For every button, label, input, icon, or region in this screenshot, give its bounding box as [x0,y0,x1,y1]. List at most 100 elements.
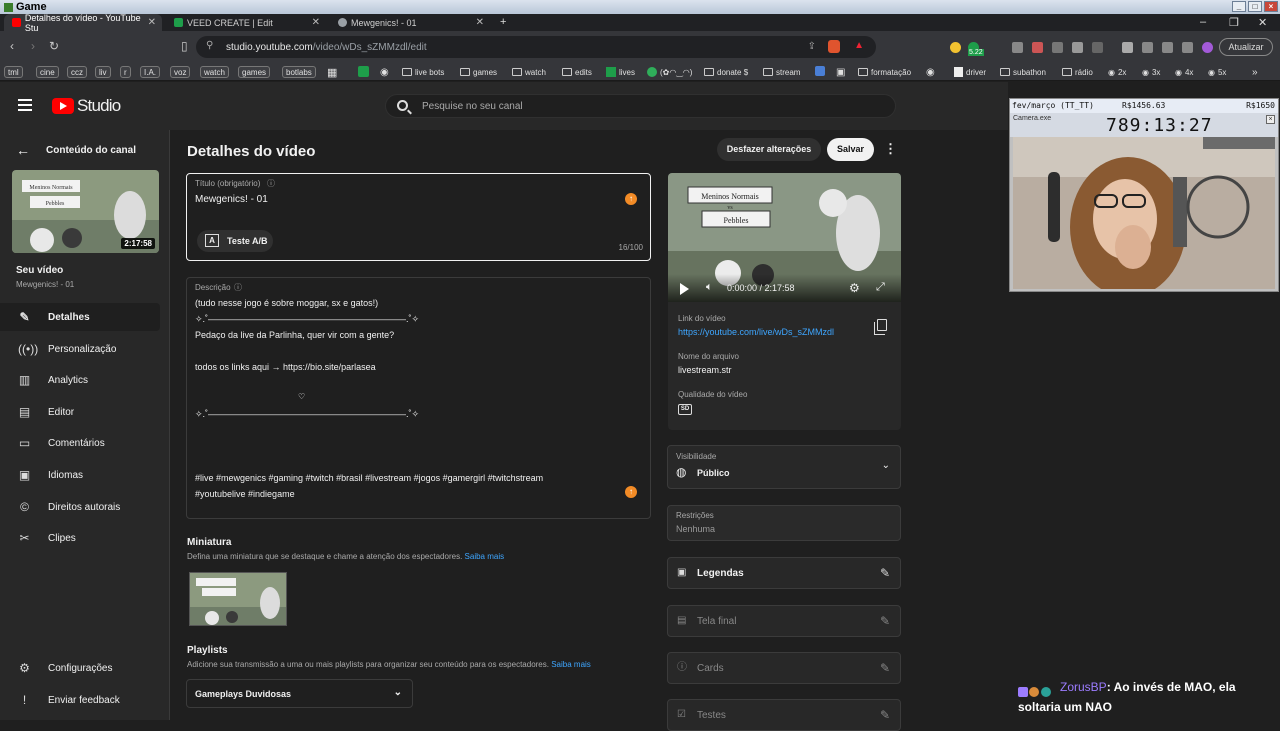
sheets-icon[interactable] [358,66,369,77]
browser-tab-studio[interactable]: Detalhes do vídeo - YouTube Stu ✕ [4,13,162,33]
channel-search-input[interactable]: Pesquise no seu canal [385,94,896,118]
video-link[interactable]: https://youtube.com/live/wDs_sZMMzdl [678,327,834,337]
title-input[interactable]: Mewgenics! - 01 [195,194,268,205]
ab-test-button[interactable]: A Teste A/B [197,230,273,252]
sidebar-icon[interactable] [1122,42,1133,53]
browser-tab-mewgenics[interactable]: Mewgenics! - 01 ✕ [330,14,490,31]
bookmark-folder[interactable]: formatação [858,66,911,78]
bookmark-folder[interactable]: subathon [1000,66,1046,78]
browser-tab-veed[interactable]: VEED CREATE | Edit ✕ [166,14,326,31]
sidebar-item-comments[interactable]: ▭ Comentários [0,429,160,457]
share-icon[interactable]: ⇪ [808,41,816,52]
bookmark-item[interactable]: lives [606,66,635,78]
studio-logo[interactable]: Studio [52,96,121,116]
bookmark-folder[interactable]: live bots [402,66,444,78]
sidebar-item-personalization[interactable]: ((•)) Personalização [0,335,160,363]
bookmark-item[interactable]: botlabs [282,66,316,78]
close-icon[interactable]: × [1266,115,1275,124]
tab-close-icon[interactable]: ✕ [148,17,156,28]
sidebar-item-analytics[interactable]: ▥ Analytics [0,366,160,394]
ai-icon[interactable] [1202,42,1213,53]
os-close-button[interactable]: × [1264,1,1278,12]
reload-icon[interactable]: ↻ [49,39,59,53]
bookmark-item[interactable]: (✿◠‿◠) [647,66,692,78]
sidebar-item-clips[interactable]: ✂ Clipes [0,524,160,552]
back-icon[interactable]: ‹ [10,39,14,53]
description-field[interactable]: Descrição ⓘ (tudo nesse jogo é sobre mog… [186,277,651,519]
globe-icon[interactable]: ◉ [380,66,389,78]
bookmark-item[interactable]: I.A. [140,66,161,78]
brave-rewards-icon[interactable]: ▲ [854,40,864,51]
extension-icon[interactable] [1092,42,1103,53]
tests-button[interactable]: ☑ Testes ✎ [667,699,901,731]
more-bookmarks-icon[interactable]: » [1252,66,1258,78]
bookmark-folder[interactable]: edits [562,66,592,78]
learn-more-link[interactable]: Saiba mais [551,660,591,669]
tab-close-icon[interactable]: ✕ [312,17,320,28]
globe-icon[interactable]: ◉ [926,66,935,78]
sidebar-item-details[interactable]: ✎ Detalhes [0,303,160,331]
fullscreen-icon[interactable]: ⤢ [876,281,885,294]
extension-icon[interactable] [1142,42,1153,53]
menu-icon[interactable] [18,99,32,111]
bookmark-item[interactable]: ◉ 3x [1142,66,1160,78]
sidebar-item-copyright[interactable]: © Direitos autorais [0,493,160,521]
extension-icon[interactable] [1052,42,1063,53]
new-tab-icon[interactable]: + [500,16,506,28]
selected-thumbnail[interactable] [189,572,287,626]
bookmark-item[interactable]: voz [170,66,191,78]
visibility-select[interactable]: Visibilidade ◍ Público ⌄ [667,445,901,489]
sidebar-item-feedback[interactable]: ! Enviar feedback [0,686,160,714]
copy-icon[interactable] [874,319,887,335]
bookmark-item[interactable]: watch [200,66,229,78]
forward-icon[interactable]: › [31,39,35,53]
calendar-icon[interactable]: ▣ [836,66,845,78]
undo-changes-button[interactable]: Desfazer alterações [717,138,821,161]
extension-icon[interactable] [1032,42,1043,53]
extension-icon[interactable] [950,42,961,53]
bookmark-folder[interactable]: rádio [1062,66,1093,78]
brave-shield-icon[interactable] [828,40,840,53]
apps-grid-icon[interactable]: ▦ [327,66,337,79]
bookmark-item[interactable]: ◉ 5x [1208,66,1226,78]
more-options-icon[interactable]: ⋮ [884,141,897,157]
extension-icon[interactable] [1162,42,1173,53]
playlist-select[interactable]: Gameplays Duvidosas ⌄ [186,679,413,708]
bookmark-folder[interactable]: watch [512,66,546,78]
bookmark-item[interactable]: ◉ 4x [1175,66,1193,78]
site-info-icon[interactable]: ⚲ [206,40,213,51]
minimize-icon[interactable]: – [1200,16,1206,28]
restrictions-field[interactable]: Restrições Nenhuma [667,505,901,541]
bookmark-item[interactable]: tml [4,66,23,78]
learn-more-link[interactable]: Saiba mais [465,552,505,561]
close-window-icon[interactable]: ✕ [1258,16,1267,29]
bookmark-item[interactable]: liv [95,66,111,78]
play-icon[interactable] [680,283,689,295]
sidebar-item-settings[interactable]: ⚙ Configurações [0,654,160,682]
video-thumbnail[interactable]: Meninos Normais Pebbles 2:17:58 [12,170,159,253]
title-field[interactable]: Título (obrigatório) ⓘ Mewgenics! - 01 ↑… [186,173,651,261]
os-minimize-button[interactable]: _ [1232,1,1246,12]
end-screen-button[interactable]: ▤ Tela final ✎ [667,605,901,637]
bookmark-icon[interactable]: ▯ [181,39,188,53]
bookmark-item[interactable]: r [120,66,131,78]
restore-icon[interactable]: ❐ [1229,16,1239,29]
back-to-content-link[interactable]: ← Conteúdo do canal [16,142,136,158]
video-player[interactable]: Meninos Normais vs Pebbles 🔈︎ 0:00:00 / … [668,173,901,302]
warning-icon[interactable]: ↑ [625,486,637,498]
cards-button[interactable]: ⓘ Cards ✎ [667,652,901,684]
bookmark-item[interactable]: driver [954,66,986,78]
bookmark-folder[interactable]: donate $ [704,66,748,78]
update-button[interactable]: Atualizar [1219,38,1273,56]
bookmark-folder[interactable]: games [460,66,497,78]
volume-icon[interactable]: 🔈︎ [706,281,713,294]
extension-icon[interactable] [815,66,825,76]
bookmark-item[interactable]: games [238,66,271,78]
bookmark-folder[interactable]: stream [763,66,800,78]
captions-button[interactable]: ▣ Legendas ✎ [667,557,901,589]
tab-close-icon[interactable]: ✕ [476,17,484,28]
save-button[interactable]: Salvar [827,138,874,161]
puzzle-icon[interactable] [1072,42,1083,53]
sidebar-item-languages[interactable]: ▣ Idiomas [0,461,160,489]
help-icon[interactable]: ⓘ [267,178,275,189]
